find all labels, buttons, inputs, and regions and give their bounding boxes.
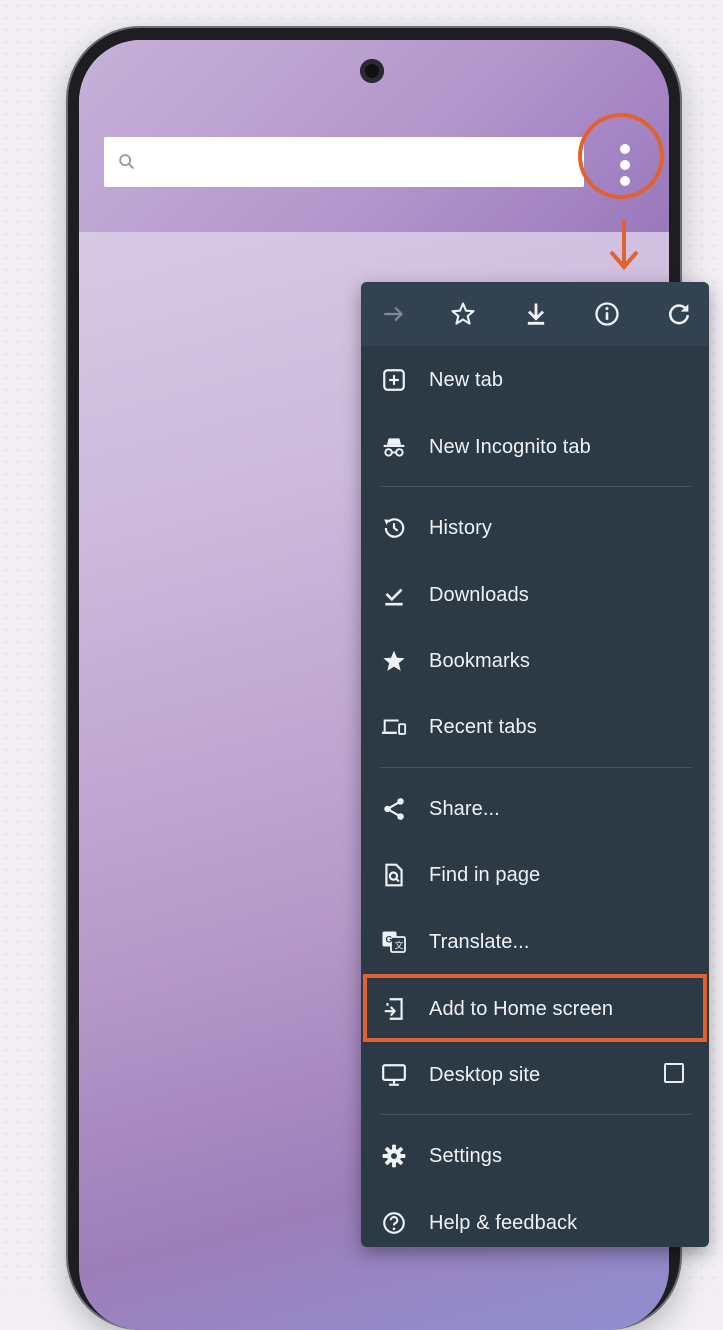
overflow-menu: New tab New Incognito tab History Downlo…	[361, 282, 709, 1247]
refresh-button[interactable]	[663, 298, 695, 330]
arrow-down-icon	[609, 220, 639, 271]
svg-text:G: G	[386, 935, 393, 945]
menu-toolbar	[361, 282, 709, 346]
menu-item-label: New Incognito tab	[429, 435, 591, 458]
address-bar[interactable]	[104, 137, 584, 187]
menu-item-help-feedback[interactable]: Help & feedback	[361, 1192, 709, 1254]
menu-item-translate[interactable]: G文 Translate...	[361, 911, 709, 973]
highlight-box	[363, 974, 707, 1042]
share-icon	[381, 796, 407, 822]
incognito-icon	[381, 434, 407, 460]
menu-item-desktop-site[interactable]: Desktop site	[361, 1044, 709, 1106]
menu-item-downloads[interactable]: Downloads	[361, 564, 709, 626]
menu-item-label: Desktop site	[429, 1063, 541, 1086]
menu-divider	[381, 1114, 691, 1115]
find-in-page-icon	[381, 862, 407, 888]
menu-item-share[interactable]: Share...	[361, 778, 709, 840]
page-info-button[interactable]	[591, 298, 623, 330]
star-icon	[451, 302, 475, 325]
menu-item-bookmarks[interactable]: Bookmarks	[361, 630, 709, 692]
menu-item-label: Share...	[429, 797, 500, 820]
plus-box-icon	[381, 367, 407, 393]
download-icon	[527, 303, 545, 325]
desktop-site-checkbox[interactable]	[664, 1063, 684, 1083]
menu-item-label: Recent tabs	[429, 715, 537, 738]
desktop-icon	[381, 1062, 407, 1088]
highlight-ring	[578, 113, 664, 199]
menu-divider	[381, 767, 691, 768]
search-icon	[119, 154, 135, 170]
menu-item-label: Help & feedback	[429, 1211, 578, 1234]
menu-item-label: Translate...	[429, 930, 530, 953]
menu-item-find-in-page[interactable]: Find in page	[361, 844, 709, 906]
menu-item-new-incognito-tab[interactable]: New Incognito tab	[361, 416, 709, 478]
menu-item-label: Settings	[429, 1144, 503, 1167]
help-icon	[381, 1210, 407, 1236]
download-button[interactable]	[520, 298, 552, 330]
menu-item-label: New tab	[429, 368, 504, 391]
refresh-icon	[669, 304, 690, 325]
history-icon	[381, 515, 407, 541]
download-check-icon	[381, 582, 407, 608]
menu-divider	[381, 486, 691, 487]
info-icon	[595, 302, 619, 326]
menu-item-label: History	[429, 516, 492, 539]
forward-button[interactable]	[378, 298, 410, 330]
star-filled-icon	[381, 648, 407, 674]
menu-item-label: Downloads	[429, 583, 529, 606]
menu-item-recent-tabs[interactable]: Recent tabs	[361, 696, 709, 758]
menu-item-label: Bookmarks	[429, 649, 530, 672]
devices-icon	[381, 714, 407, 740]
front-camera	[360, 59, 384, 83]
menu-item-new-tab[interactable]: New tab	[361, 349, 709, 411]
menu-item-label: Find in page	[429, 863, 541, 886]
svg-text:文: 文	[395, 940, 404, 951]
forward-icon	[384, 306, 404, 322]
menu-item-history[interactable]: History	[361, 497, 709, 559]
translate-icon: G文	[381, 929, 407, 955]
bookmark-button[interactable]	[447, 298, 479, 330]
gear-icon	[381, 1143, 407, 1169]
menu-item-settings[interactable]: Settings	[361, 1125, 709, 1187]
